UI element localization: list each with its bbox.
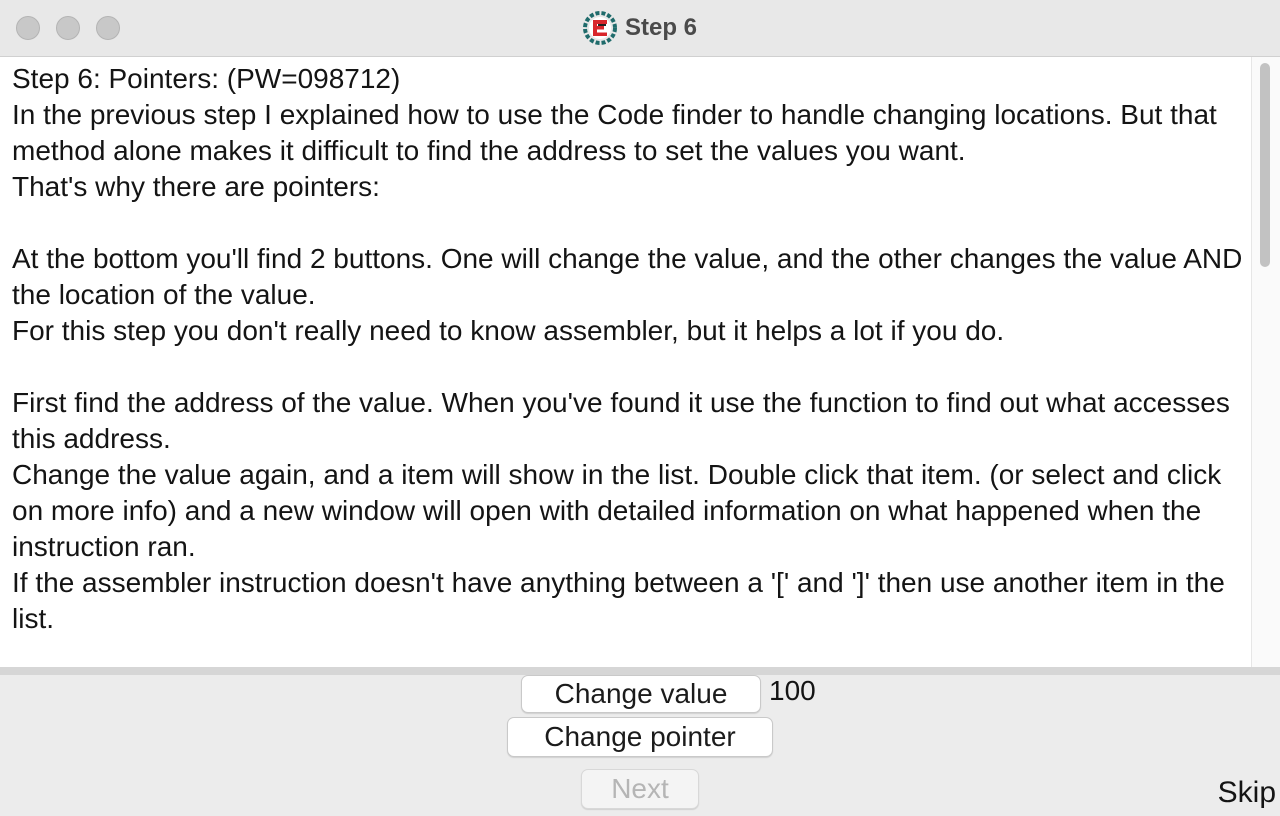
skip-link[interactable]: Skip xyxy=(1218,775,1276,811)
change-pointer-button[interactable]: Change pointer xyxy=(507,717,773,757)
next-button[interactable]: Next xyxy=(581,769,699,809)
change-value-button[interactable]: Change value xyxy=(521,675,761,713)
current-value-label: 100 xyxy=(769,675,816,706)
window-title: Step 6 xyxy=(624,14,698,41)
tutorial-text-area[interactable]: Step 6: Pointers: (PW=098712) In the pre… xyxy=(0,57,1280,667)
bottom-panel: Change value 100 Change pointer Next Ski… xyxy=(0,675,1280,816)
tutorial-window: Step 6 Step 6: Pointers: (PW=098712) In … xyxy=(0,0,1280,816)
title-bar: Step 6 xyxy=(0,0,1280,57)
cheat-engine-icon xyxy=(582,11,617,45)
tutorial-text: Step 6: Pointers: (PW=098712) In the pre… xyxy=(12,63,1243,634)
title-group: Step 6 xyxy=(0,10,1280,46)
panel-divider[interactable] xyxy=(0,667,1280,675)
vertical-scrollbar[interactable] xyxy=(1251,57,1280,667)
scrollbar-thumb[interactable] xyxy=(1260,63,1270,267)
